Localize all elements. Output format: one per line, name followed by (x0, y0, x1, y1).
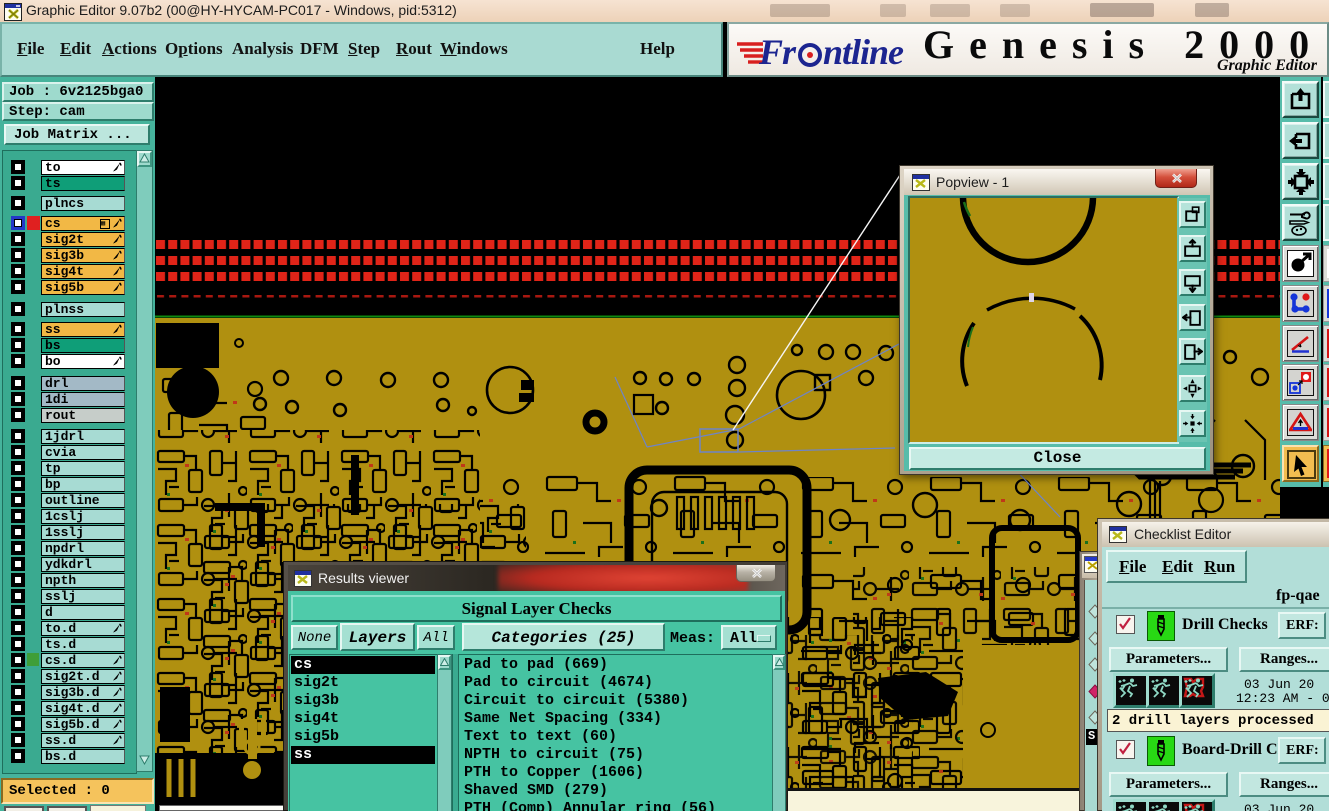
svg-text:Fr: Fr (759, 32, 797, 72)
svg-text:ntline: ntline (823, 32, 904, 72)
